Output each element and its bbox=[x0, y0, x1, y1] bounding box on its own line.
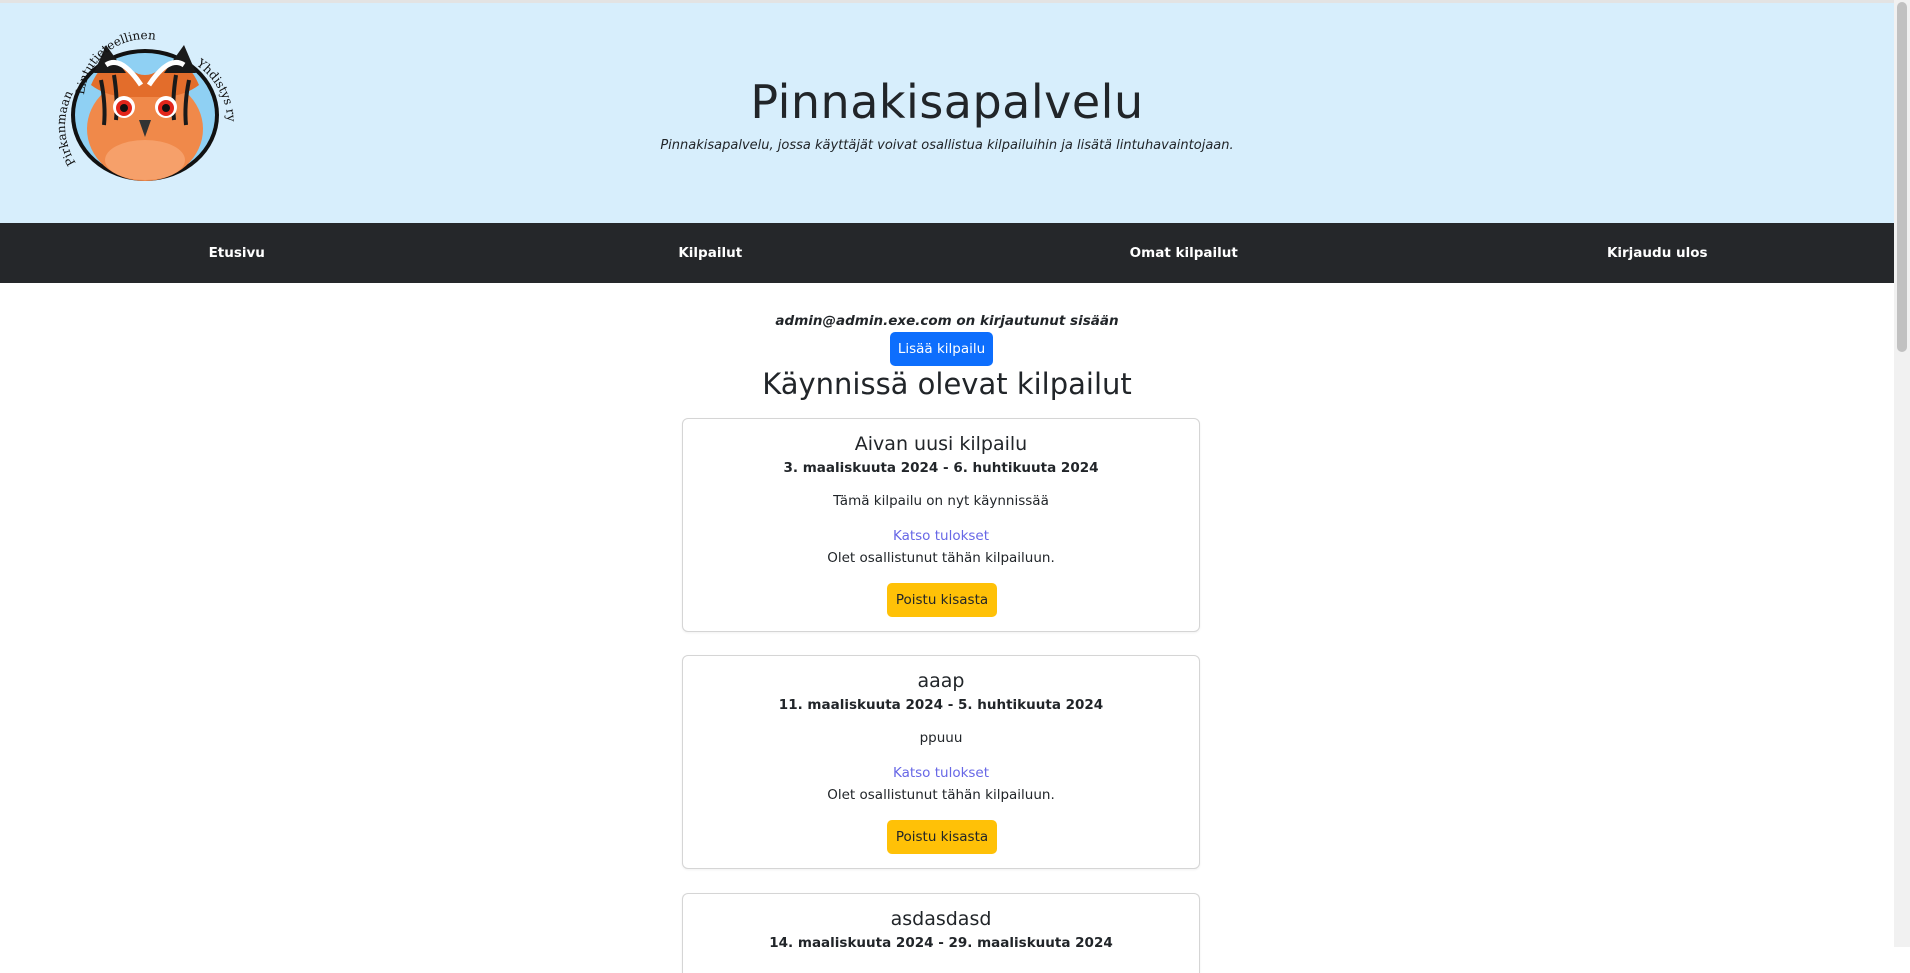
login-status: admin@admin.exe.com on kirjautunut sisää… bbox=[775, 313, 1119, 329]
competition-dates: 3. maaliskuuta 2024 - 6. huhtikuuta 2024 bbox=[783, 460, 1099, 476]
nav-link-kilpailut[interactable]: Kilpailut bbox=[474, 223, 948, 283]
participation-status: Olet osallistunut tähän kilpailuun. bbox=[827, 787, 1055, 803]
competition-dates: 11. maaliskuuta 2024 - 5. huhtikuuta 202… bbox=[778, 697, 1104, 713]
scrollbar-thumb[interactable] bbox=[1897, 2, 1907, 352]
competition-title: Aivan uusi kilpailu bbox=[854, 433, 1028, 455]
main-navbar: Etusivu Kilpailut Omat kilpailut Kirjaud… bbox=[0, 223, 1894, 283]
leave-competition-button[interactable]: Poistu kisasta bbox=[887, 583, 997, 617]
nav-link-kirjaudu-ulos[interactable]: Kirjaudu ulos bbox=[1421, 223, 1895, 283]
nav-link-omat-kilpailut[interactable]: Omat kilpailut bbox=[947, 223, 1421, 283]
competition-dates: 14. maaliskuuta 2024 - 29. maaliskuuta 2… bbox=[769, 935, 1113, 951]
section-title: Käynnissä olevat kilpailut bbox=[762, 367, 1132, 401]
site-subtitle: Pinnakisapalvelu, jossa käyttäjät voivat… bbox=[660, 138, 1234, 153]
nav-link-etusivu[interactable]: Etusivu bbox=[0, 223, 474, 283]
competition-card: aaap 11. maaliskuuta 2024 - 5. huhtikuut… bbox=[682, 655, 1200, 869]
view-results-link[interactable]: Katso tulokset bbox=[683, 528, 1199, 544]
competition-card: Aivan uusi kilpailu 3. maaliskuuta 2024 … bbox=[682, 418, 1200, 632]
leave-competition-button[interactable]: Poistu kisasta bbox=[887, 820, 997, 854]
view-results-link[interactable]: Katso tulokset bbox=[683, 765, 1199, 781]
site-title: Pinnakisapalvelu bbox=[750, 75, 1144, 129]
competition-description: Tämä kilpailu on nyt käynnissää bbox=[833, 493, 1049, 509]
participation-status: Olet osallistunut tähän kilpailuun. bbox=[827, 550, 1055, 566]
competition-card: asdasdasd 14. maaliskuuta 2024 - 29. maa… bbox=[682, 893, 1200, 973]
competition-title: aaap bbox=[917, 670, 965, 692]
competition-title: asdasdasd bbox=[890, 908, 992, 930]
vertical-scrollbar[interactable] bbox=[1894, 0, 1910, 947]
competition-description: ppuuu bbox=[919, 730, 963, 746]
add-competition-button[interactable]: Lisää kilpailu bbox=[890, 332, 993, 366]
site-header: Lintutieteellinen Pirkanmaan Yhdistys ry… bbox=[0, 3, 1894, 223]
